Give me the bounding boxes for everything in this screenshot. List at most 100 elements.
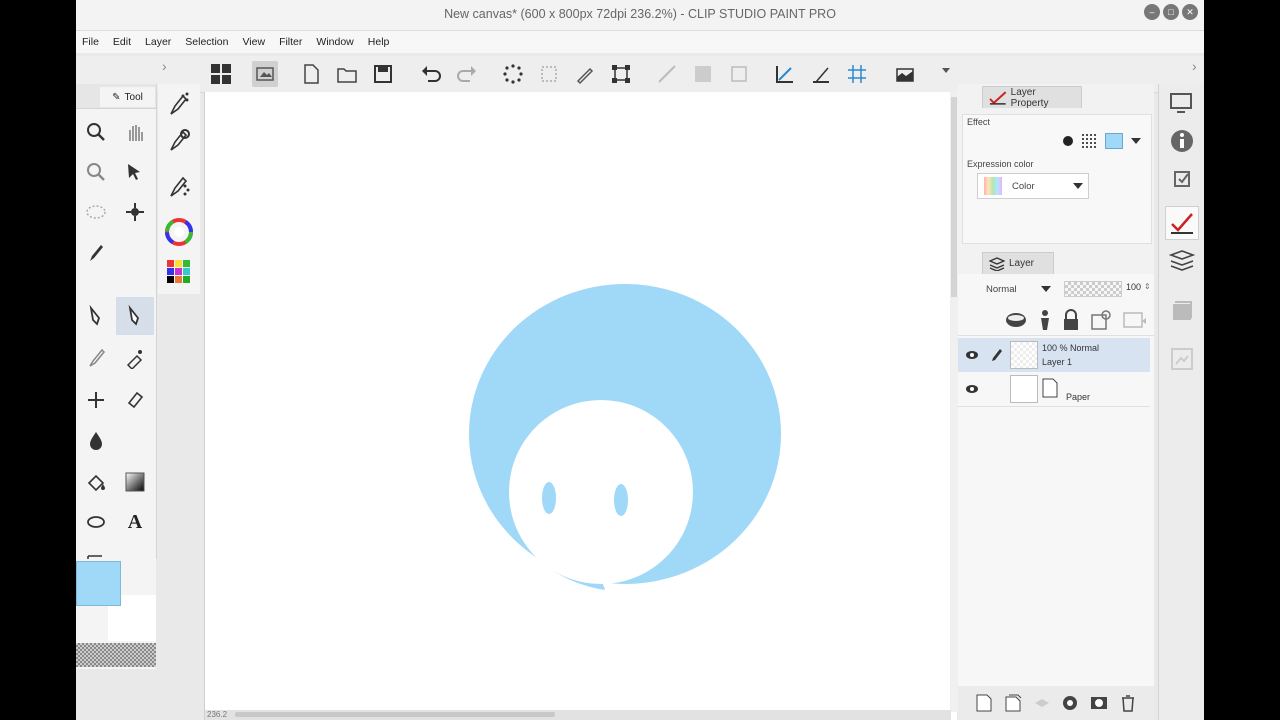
effect-caret-icon[interactable] xyxy=(1131,138,1141,144)
info-button[interactable] xyxy=(1165,124,1199,158)
layer-mask-icon[interactable] xyxy=(1089,693,1109,713)
border-effect-icon[interactable] xyxy=(1063,136,1073,146)
sub-view-button[interactable] xyxy=(1165,342,1199,376)
tool-blend[interactable] xyxy=(77,421,115,459)
tool-fill[interactable] xyxy=(77,463,115,501)
clip-studio-button[interactable] xyxy=(252,61,278,87)
tool-zoom[interactable] xyxy=(77,113,115,151)
mask-icon[interactable] xyxy=(1122,309,1148,331)
tab-layer[interactable]: Layer xyxy=(982,252,1054,274)
snap-grid-button[interactable] xyxy=(844,61,870,87)
tool-eraser[interactable] xyxy=(116,381,154,419)
reference-layer-icon[interactable] xyxy=(1038,309,1052,331)
new-button[interactable] xyxy=(298,61,324,87)
canvas-vertical-scrollbar[interactable] xyxy=(950,92,958,712)
paper-visibility[interactable] xyxy=(958,384,986,394)
menu-edit[interactable]: Edit xyxy=(113,36,131,48)
expression-color-dropdown[interactable]: Color xyxy=(977,173,1089,199)
subtool-pencil-a[interactable] xyxy=(162,86,196,122)
vertical-scroll-thumb[interactable] xyxy=(951,97,957,297)
history-button[interactable] xyxy=(1165,162,1199,196)
tool-text[interactable]: A xyxy=(116,503,154,541)
minimize-icon[interactable]: – xyxy=(1144,4,1160,20)
menu-filter[interactable]: Filter xyxy=(279,36,302,48)
canvas-area[interactable] xyxy=(204,92,957,720)
screen-mode-button[interactable] xyxy=(892,61,918,87)
lock-icon[interactable] xyxy=(1062,308,1080,331)
zoom-readout: 236.2 xyxy=(207,710,228,719)
layer1-visibility[interactable] xyxy=(958,350,986,360)
opacity-stepper-icon[interactable]: ⇕ xyxy=(1144,282,1151,291)
menu-view[interactable]: View xyxy=(242,36,265,48)
new-raster-layer-icon[interactable] xyxy=(974,693,994,713)
maximize-icon[interactable]: □ xyxy=(1163,4,1179,20)
opacity-slider[interactable] xyxy=(1064,281,1122,297)
layer-row-paper[interactable]: Paper xyxy=(958,372,1150,407)
ruler-button[interactable] xyxy=(654,61,680,87)
transparent-color-swatch[interactable] xyxy=(76,643,156,667)
crop-button[interactable] xyxy=(536,61,562,87)
menu-selection[interactable]: Selection xyxy=(185,36,228,48)
tool-eyedropper[interactable] xyxy=(77,233,115,271)
menu-file[interactable]: File xyxy=(82,36,99,48)
layer-row-layer1[interactable]: 100 % Normal Layer 1 xyxy=(958,338,1150,372)
main-color-swatch[interactable] xyxy=(76,561,121,606)
material-button[interactable] xyxy=(1165,294,1199,328)
tool-rotate[interactable] xyxy=(77,153,115,191)
menu-layer[interactable]: Layer xyxy=(145,36,171,48)
subtool-pencil-b[interactable] xyxy=(162,122,196,158)
tool-move-layer[interactable] xyxy=(116,153,154,191)
layer-property-button[interactable] xyxy=(1165,206,1199,240)
tab-layer-property[interactable]: Layer Property xyxy=(982,86,1082,109)
selection-pen-button[interactable] xyxy=(572,61,598,87)
app-menu-button[interactable] xyxy=(208,61,234,87)
tool-pen[interactable] xyxy=(77,297,115,335)
command-bar-more-icon[interactable] xyxy=(942,68,950,73)
transfer-layer-icon[interactable] xyxy=(1060,693,1080,713)
layer-color-icon[interactable] xyxy=(1105,133,1123,149)
transform-button[interactable] xyxy=(608,61,634,87)
delete-layer-icon[interactable] xyxy=(1118,693,1138,713)
color-set-button[interactable] xyxy=(162,254,196,290)
opacity-value[interactable]: 100 xyxy=(1126,282,1141,292)
menu-window[interactable]: Window xyxy=(316,36,353,48)
new-folder-icon[interactable] xyxy=(1032,693,1052,713)
fill-tone-button[interactable] xyxy=(690,61,716,87)
redo-button[interactable] xyxy=(454,61,480,87)
border-button[interactable] xyxy=(726,61,752,87)
color-wheel-button[interactable] xyxy=(162,214,196,250)
menu-help[interactable]: Help xyxy=(368,36,390,48)
collapse-left-icon[interactable]: › xyxy=(162,58,167,74)
horizontal-scroll-thumb[interactable] xyxy=(235,712,555,717)
collapse-right-icon[interactable]: › xyxy=(1192,58,1197,74)
tool-figure[interactable] xyxy=(77,503,115,541)
navigator-button[interactable] xyxy=(1165,86,1199,120)
tool-brush[interactable] xyxy=(77,339,115,377)
undo-button[interactable] xyxy=(418,61,444,87)
lock-transparency-icon[interactable] xyxy=(1090,309,1112,331)
brush-icon xyxy=(89,348,106,367)
tool-auto-select[interactable] xyxy=(116,193,154,231)
canvas-drawing[interactable] xyxy=(205,92,957,720)
clip-layer-icon[interactable] xyxy=(1004,311,1028,329)
tool-pencil[interactable] xyxy=(116,297,154,335)
tool-airbrush[interactable] xyxy=(116,339,154,377)
tab-tool[interactable]: ✎ Tool xyxy=(100,87,155,107)
close-icon[interactable]: ✕ xyxy=(1182,4,1198,20)
tone-effect-icon[interactable] xyxy=(1081,133,1097,149)
tool-gradient[interactable] xyxy=(116,463,154,501)
subtool-pencil-c[interactable] xyxy=(162,168,196,204)
tool-selection[interactable] xyxy=(77,193,115,231)
tool-decoration[interactable] xyxy=(77,381,115,419)
new-vector-layer-icon[interactable] xyxy=(1003,693,1023,713)
save-button[interactable] xyxy=(370,61,396,87)
hand-icon xyxy=(129,125,143,141)
canvas-horizontal-scrollbar[interactable]: 236.2 xyxy=(205,710,951,720)
open-button[interactable] xyxy=(334,61,360,87)
blend-mode-dropdown[interactable]: Normal xyxy=(960,278,1056,300)
snap-ruler-button[interactable] xyxy=(772,61,798,87)
snap-special-button[interactable] xyxy=(808,61,834,87)
layer-button[interactable] xyxy=(1165,244,1199,278)
clear-selection-button[interactable] xyxy=(500,61,526,87)
tool-hand[interactable] xyxy=(116,113,154,151)
